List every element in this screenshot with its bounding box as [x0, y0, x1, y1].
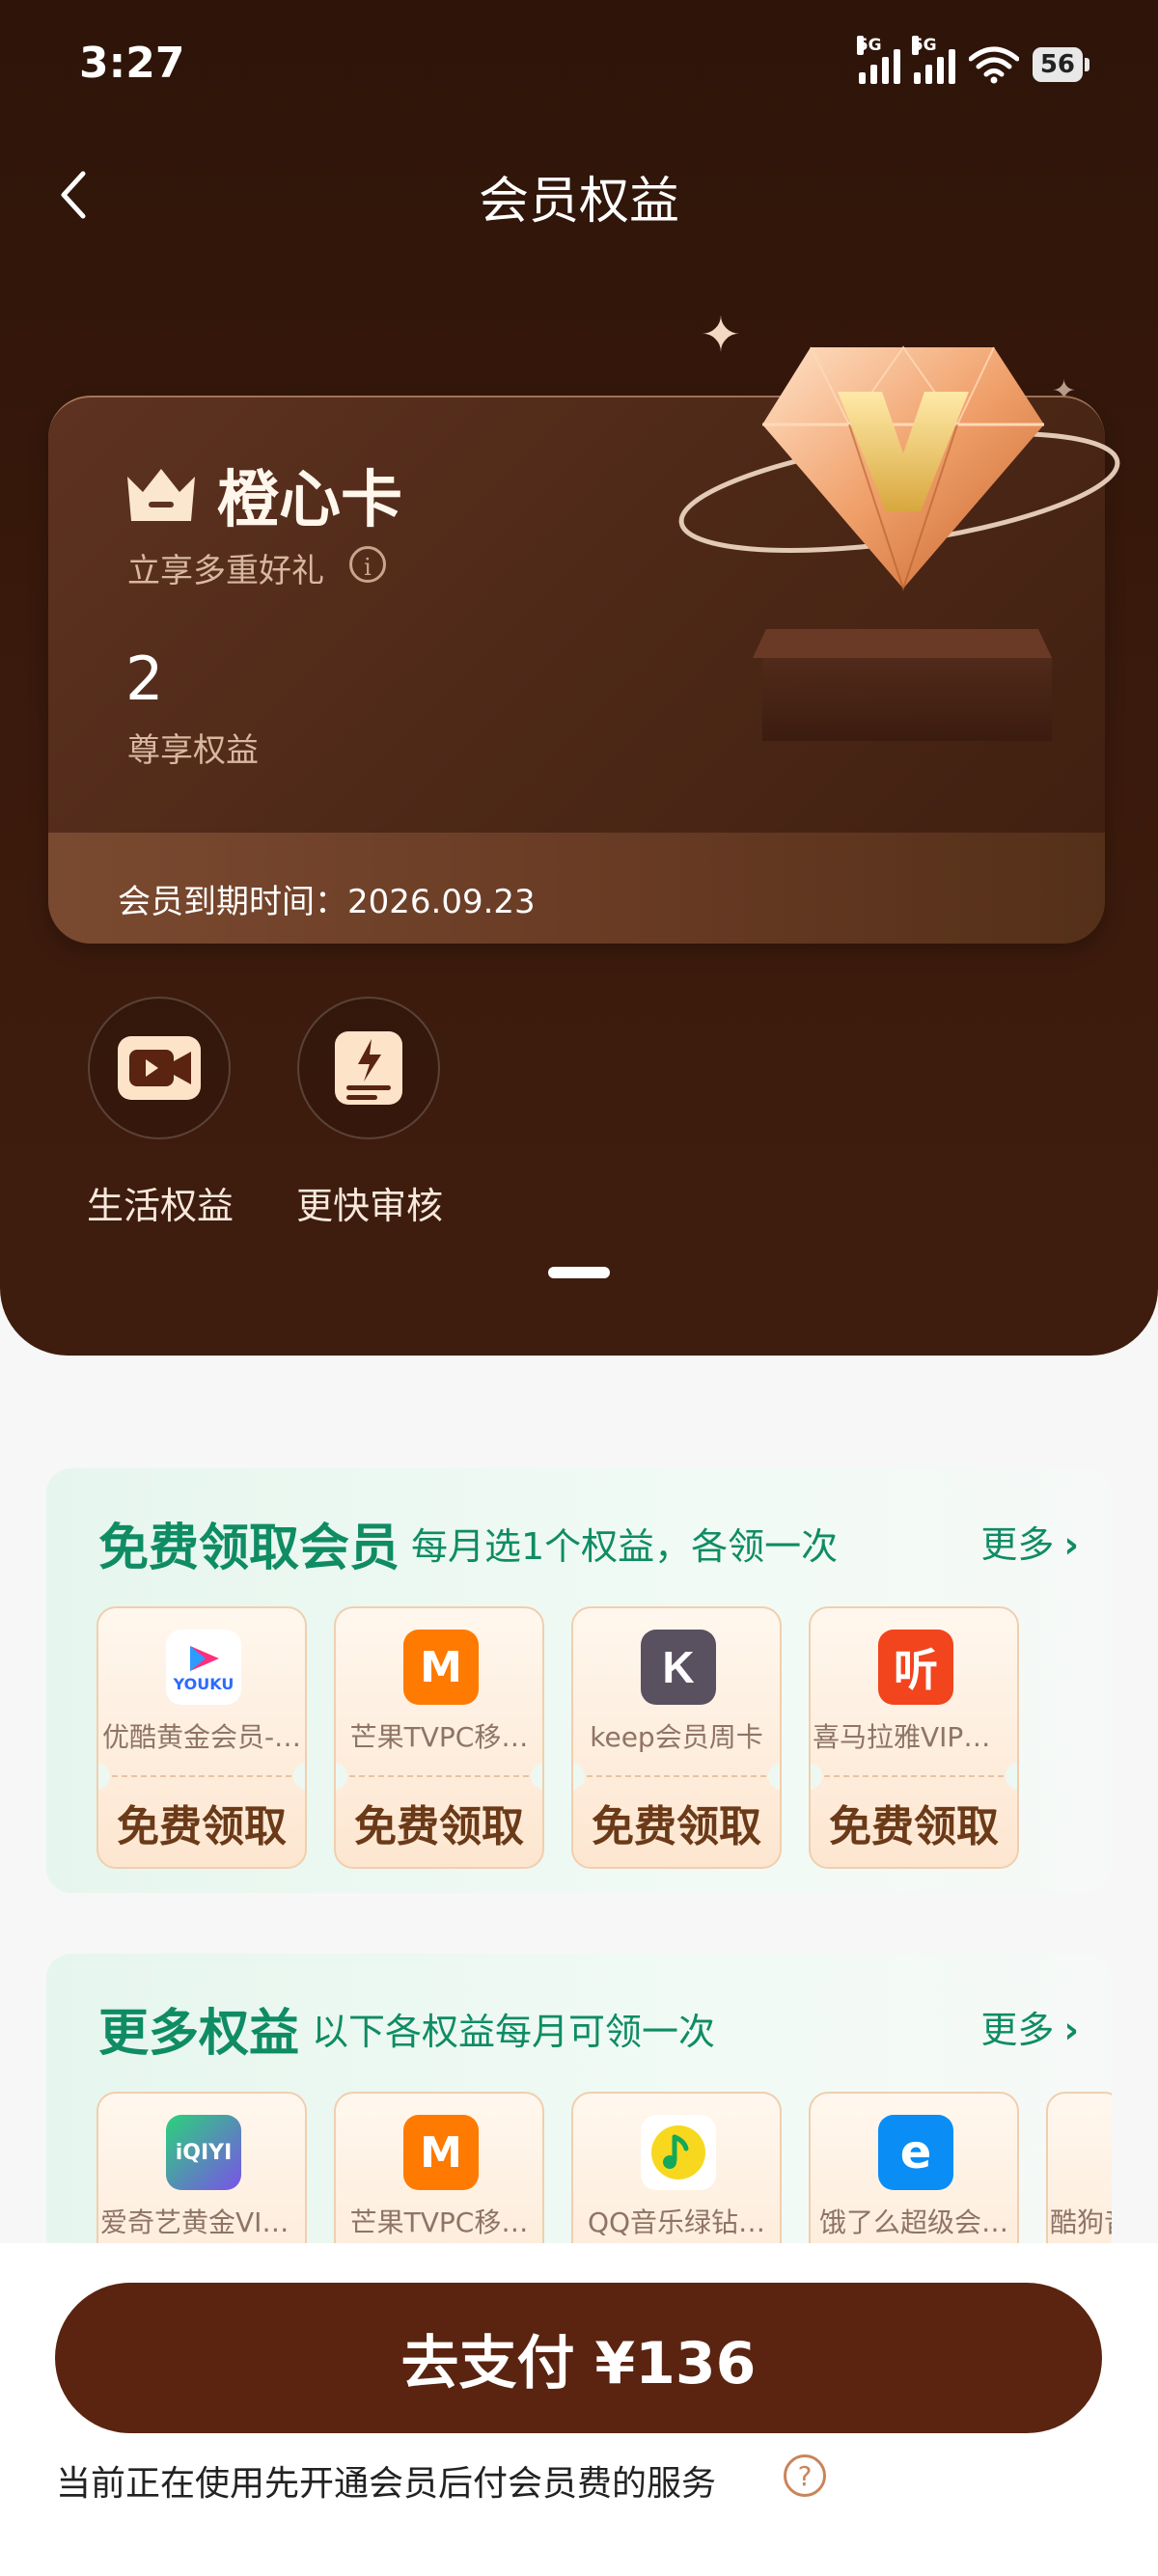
more-label: 更多 — [980, 1523, 1055, 1566]
section-title: 更多权益 — [98, 2005, 300, 2063]
status-icons: 5G 5G 56 — [856, 36, 1090, 87]
benefit-circle — [88, 997, 231, 1139]
logo-text: M — [420, 2127, 462, 2178]
mango-tv-logo-icon: M — [403, 1630, 479, 1705]
chevron-right-icon: › — [1063, 2009, 1079, 2051]
notch — [293, 1763, 305, 1790]
wifi-icon — [968, 46, 1019, 84]
video-icon — [118, 1036, 201, 1100]
coupon-name: keep会员周卡 — [590, 1721, 763, 1753]
notch — [531, 1763, 542, 1790]
more-link[interactable]: 更多 › — [980, 2000, 1079, 2053]
claim-button[interactable]: 免费领取 — [573, 1792, 780, 1853]
divider — [587, 1775, 766, 1777]
help-icon[interactable]: ? — [784, 2454, 826, 2497]
more-link[interactable]: 更多 › — [980, 1515, 1079, 1568]
keep-logo-icon: K — [641, 1630, 716, 1705]
logo-text: K — [662, 1642, 695, 1692]
section-subtitle: 每月选1个权益，各领一次 — [411, 1525, 839, 1568]
notch — [98, 1763, 110, 1790]
notch — [1006, 1763, 1017, 1790]
mango-tv-logo-icon: M — [403, 2115, 479, 2190]
service-note: 当前正在使用先开通会员后付会员费的服务 — [56, 2464, 717, 2504]
fast-review-icon — [335, 1031, 402, 1105]
benefit-label: 生活权益 — [87, 1185, 234, 1227]
claim-button[interactable]: 免费领取 — [98, 1792, 305, 1853]
benefit-fast-review[interactable]: 更快审核 — [296, 997, 444, 1229]
coupon-card[interactable]: YOUKU 优酷黄金会员-… 免费领取 — [96, 1606, 307, 1869]
notch — [573, 1763, 585, 1790]
signal-tag-1: 5G — [856, 36, 882, 55]
divider — [824, 1775, 1004, 1777]
coupon-name: 芒果TVPC移… — [349, 2206, 529, 2238]
coupon-name: 爱奇艺黄金VIP… — [100, 2206, 305, 2238]
benefit-life[interactable]: 生活权益 — [87, 997, 234, 1229]
logo-text: M — [420, 1642, 462, 1692]
coupon-name: 喜马拉雅VIP会… — [813, 1721, 1017, 1753]
qq-music-logo-icon — [641, 2115, 716, 2190]
coupon-card[interactable]: 酷狗音 — [1046, 2092, 1112, 2262]
notch — [811, 1763, 822, 1790]
carousel-indicator — [548, 1267, 610, 1278]
coupon-card[interactable]: e 饿了么超级会… — [809, 2092, 1019, 2262]
coupon-card[interactable]: 听 喜马拉雅VIP会… 免费领取 — [809, 1606, 1019, 1869]
coupon-name: 芒果TVPC移… — [349, 1721, 529, 1753]
more-label: 更多 — [980, 2009, 1055, 2051]
notch — [336, 1763, 347, 1790]
status-time: 3:27 — [79, 39, 185, 88]
logo-text: e — [899, 2125, 932, 2179]
coupon-name: 酷狗音 — [1050, 2206, 1112, 2238]
expire-date: 会员到期时间：2026.09.23 — [118, 883, 536, 921]
divider — [112, 1775, 291, 1777]
coupon-name: 饿了么超级会… — [818, 2206, 1008, 2238]
free-member-section: 免费领取会员 每月选1个权益，各领一次 更多 › YOUKU 优酷黄金会员-… 免… — [46, 1468, 1112, 1893]
logo-text: iQIYI — [175, 2140, 233, 2165]
logo-text: YOUKU — [173, 1674, 234, 1693]
notch — [768, 1763, 780, 1790]
iqiyi-logo-icon: iQIYI — [166, 2115, 241, 2190]
card-title: 橙心卡 — [217, 465, 402, 536]
ximalaya-logo-icon: 听 — [878, 1630, 953, 1705]
more-benefits-section: 更多权益 以下各权益每月可领一次 更多 › iQIYI 爱奇艺黄金VIP… M 芒… — [46, 1954, 1112, 2262]
member-hero: 3:27 5G 5G 56 会员权益 ✦ ✦ ✦ 橙心卡 立享多重好礼 i 2 — [0, 0, 1158, 1356]
pay-button[interactable]: 去支付 ¥136 — [55, 2283, 1102, 2433]
signal-tag-2: 5G — [911, 36, 937, 55]
benefit-count-label: 尊享权益 — [127, 731, 259, 770]
chevron-right-icon: › — [1063, 1523, 1079, 1566]
claim-button[interactable]: 免费领取 — [336, 1792, 542, 1853]
card-subtitle: 立享多重好礼 — [127, 552, 324, 590]
section-title: 免费领取会员 — [98, 1520, 400, 1577]
section-subtitle: 以下各权益每月可领一次 — [312, 2011, 716, 2053]
logo-text: 听 — [894, 1644, 938, 1696]
signal-icon: 5G — [856, 36, 900, 84]
benefit-label: 更快审核 — [296, 1185, 444, 1227]
battery-indicator: 56 — [1032, 47, 1090, 82]
divider — [349, 1775, 529, 1777]
coupon-card[interactable]: M 芒果TVPC移… 免费领取 — [334, 1606, 544, 1869]
coupon-card[interactable]: K keep会员周卡 免费领取 — [571, 1606, 782, 1869]
benefit-circle — [297, 997, 440, 1139]
coupon-card[interactable]: M 芒果TVPC移… — [334, 2092, 544, 2262]
coupon-name: 优酷黄金会员-… — [101, 1721, 302, 1753]
diamond-v-icon — [678, 345, 1120, 741]
youku-logo-icon: YOUKU — [166, 1630, 241, 1705]
claim-button[interactable]: 免费领取 — [811, 1792, 1017, 1853]
info-icon[interactable]: i — [349, 546, 386, 583]
crown-icon — [127, 469, 195, 521]
coupon-card[interactable]: QQ音乐绿钻… — [571, 2092, 782, 2262]
benefit-count: 2 — [125, 644, 164, 714]
signal-icon-2: 5G — [911, 36, 955, 84]
coupon-name: QQ音乐绿钻… — [587, 2206, 766, 2238]
page-title: 会员权益 — [478, 173, 679, 231]
coupon-card[interactable]: iQIYI 爱奇艺黄金VIP… — [96, 2092, 307, 2262]
eleme-logo-icon: e — [878, 2115, 953, 2190]
